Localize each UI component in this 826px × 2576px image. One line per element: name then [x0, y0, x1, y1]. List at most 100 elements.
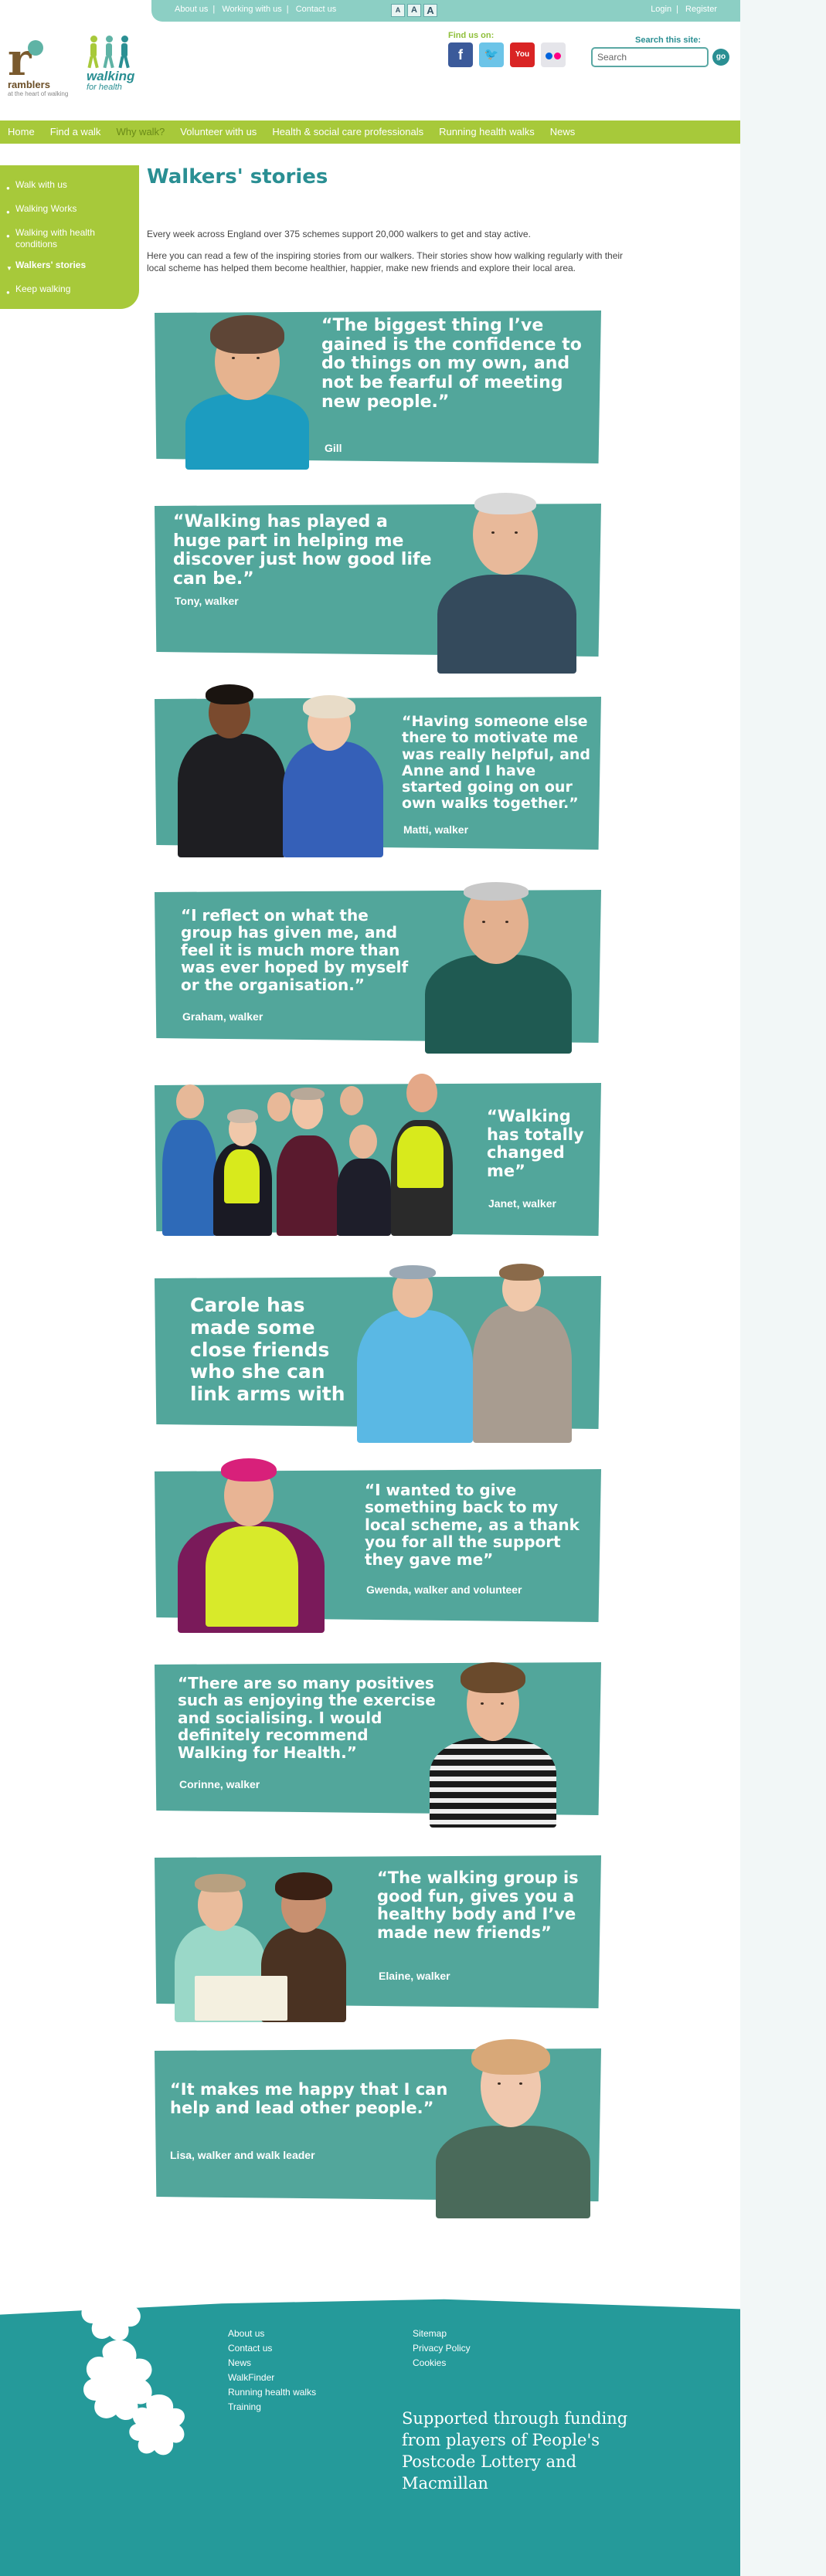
photo-matti-and-anne — [175, 684, 399, 867]
nav-why-walk[interactable]: Why walk? — [108, 120, 172, 144]
footer-privacy-policy-link[interactable]: Privacy Policy — [413, 2341, 471, 2356]
main-content: Walkers' stories Every week across Engla… — [147, 165, 734, 273]
nav-volunteer[interactable]: Volunteer with us — [172, 120, 264, 144]
page-title: Walkers' stories — [147, 165, 328, 188]
story-card-gwenda: “I wanted to give something back to my l… — [155, 1458, 601, 1633]
story-attribution: Elaine, walker — [379, 1970, 450, 1982]
photo-corinne — [430, 1662, 561, 1831]
story-quote: “Walking has played a huge part in helpi… — [173, 512, 432, 589]
walkers-icon — [87, 36, 148, 69]
story-attribution: Matti, walker — [403, 823, 469, 836]
font-size-controls: A A A — [391, 4, 437, 17]
footer-links-2: Sitemap Privacy Policy Cookies — [413, 2327, 471, 2371]
login-link[interactable]: Login — [651, 5, 671, 14]
story-card-elaine: “The walking group is good fun, gives yo… — [155, 1846, 601, 2022]
search-input[interactable] — [591, 47, 709, 67]
bullet-icon: ● — [6, 209, 10, 216]
footer-training-link[interactable]: Training — [228, 2400, 316, 2415]
story-quote: Carole has made some close friends who s… — [190, 1294, 345, 1405]
story-attribution: Graham, walker — [182, 1010, 263, 1023]
intro-paragraph-1: Every week across England over 375 schem… — [147, 229, 531, 239]
footer-about-us-link[interactable]: About us — [228, 2327, 316, 2341]
footer-walkfinder-link[interactable]: WalkFinder — [228, 2371, 316, 2385]
funding-statement: Supported through funding from players o… — [402, 2409, 628, 2493]
story-card-graham: “I reflect on what the group has given m… — [155, 881, 601, 1054]
nav-running-health-walks[interactable]: Running health walks — [431, 120, 542, 144]
story-card-tony: “Walking has played a huge part in helpi… — [155, 493, 601, 674]
story-quote: “Having someone else there to motivate m… — [402, 713, 591, 813]
twitter-icon[interactable]: 🐦 — [479, 42, 504, 67]
page-background-margin — [740, 0, 826, 2576]
nav-news[interactable]: News — [542, 120, 583, 144]
story-quote: “I reflect on what the group has given m… — [181, 906, 409, 994]
ramblers-logo-tagline: at the heart of walking — [8, 90, 69, 97]
sidebar-item-walking-works[interactable]: ● Walking Works — [6, 203, 139, 218]
footer-news-link[interactable]: News — [228, 2356, 316, 2371]
story-quote: “Walking has totally changed me” — [487, 1107, 584, 1180]
font-size-medium-button[interactable]: A — [407, 4, 421, 17]
ramblers-logo-dot-icon — [28, 40, 43, 56]
story-quote: “The walking group is good fun, gives yo… — [377, 1868, 579, 1942]
font-size-large-button[interactable]: A — [423, 4, 437, 17]
sidebar-item-walk-with-us[interactable]: ● Walk with us — [6, 179, 139, 194]
find-us-label: Find us on: — [448, 31, 495, 40]
sidebar-item-health-conditions[interactable]: ● Walking with health conditions — [6, 227, 139, 250]
facebook-icon[interactable]: f — [448, 42, 473, 67]
oak-leaves-icon — [71, 2265, 202, 2466]
about-us-link[interactable]: About us — [175, 5, 208, 14]
photo-graham — [417, 881, 580, 1054]
bullet-icon: ● — [6, 232, 10, 239]
bullet-icon: ● — [6, 185, 10, 192]
story-card-carole: Carole has made some close friends who s… — [155, 1264, 601, 1443]
photo-gill — [155, 301, 317, 470]
page: About us | Working with us | Contact us A … — [0, 0, 740, 2576]
main-nav: Home Find a walk Why walk? Volunteer wit… — [0, 120, 740, 144]
account-links: Login | Register — [651, 5, 717, 14]
site-search: Search this site: go — [591, 36, 729, 67]
search-label: Search this site: — [635, 36, 701, 45]
sidebar-item-keep-walking[interactable]: ● Keep walking — [6, 283, 139, 298]
story-card-gill: “The biggest thing I’ve gained is the co… — [155, 301, 601, 470]
story-card-lisa: “It makes me happy that I can help and l… — [155, 2039, 601, 2218]
ramblers-logo-name: ramblers — [8, 79, 50, 90]
story-quote: “The biggest thing I’ve gained is the co… — [321, 316, 582, 412]
find-us-on: Find us on: f 🐦 You Tube — [448, 31, 566, 83]
utility-links: About us | Working with us | Contact us — [175, 5, 337, 14]
story-quote: “It makes me happy that I can help and l… — [170, 2080, 448, 2117]
utility-bar: About us | Working with us | Contact us A … — [151, 0, 740, 22]
story-attribution: Corinne, walker — [179, 1778, 260, 1790]
story-quote: “There are so many positives such as enj… — [178, 1674, 436, 1762]
sidebar-item-walkers-stories[interactable]: ▼ Walkers' stories — [6, 260, 139, 274]
footer-contact-us-link[interactable]: Contact us — [228, 2341, 316, 2356]
story-card-janet: “Walking has totally changed me” Janet, … — [155, 1074, 601, 1242]
story-attribution: Janet, walker — [488, 1197, 556, 1210]
register-link[interactable]: Register — [685, 5, 717, 14]
photo-carole — [357, 1264, 581, 1443]
footer-cookies-link[interactable]: Cookies — [413, 2356, 471, 2371]
search-go-button[interactable]: go — [712, 49, 729, 66]
chevron-down-icon: ▼ — [6, 265, 12, 272]
nav-find-a-walk[interactable]: Find a walk — [42, 120, 109, 144]
photo-elaine — [175, 1872, 352, 2022]
nav-home[interactable]: Home — [0, 120, 42, 144]
story-card-matti: “Having someone else there to motivate m… — [155, 684, 601, 857]
bullet-icon: ● — [6, 289, 10, 296]
font-size-small-button[interactable]: A — [391, 4, 405, 17]
story-card-corinne: “There are so many positives such as enj… — [155, 1653, 601, 1828]
nav-health-professionals[interactable]: Health & social care professionals — [264, 120, 431, 144]
working-with-us-link[interactable]: Working with us — [222, 5, 281, 14]
footer-running-health-walks-link[interactable]: Running health walks — [228, 2385, 316, 2400]
ramblers-logo[interactable]: r ramblers at the heart of walking — [8, 37, 68, 97]
footer-sitemap-link[interactable]: Sitemap — [413, 2327, 471, 2341]
story-attribution: Gwenda, walker and volunteer — [366, 1583, 522, 1596]
flickr-icon[interactable] — [541, 42, 566, 67]
photo-tony — [430, 493, 584, 674]
walking-for-health-logo[interactable]: walking for health — [87, 36, 148, 92]
contact-us-link[interactable]: Contact us — [296, 5, 337, 14]
youtube-icon[interactable]: You Tube — [510, 42, 535, 83]
footer-links-1: About us Contact us News WalkFinder Runn… — [228, 2327, 316, 2415]
walking-logo-line1: walking — [87, 69, 135, 83]
sidebar: ● Walk with us ● Walking Works ● Walking wi… — [0, 165, 139, 309]
story-quote: “I wanted to give something back to my l… — [365, 1481, 580, 1569]
story-attribution: Gill — [325, 442, 342, 454]
